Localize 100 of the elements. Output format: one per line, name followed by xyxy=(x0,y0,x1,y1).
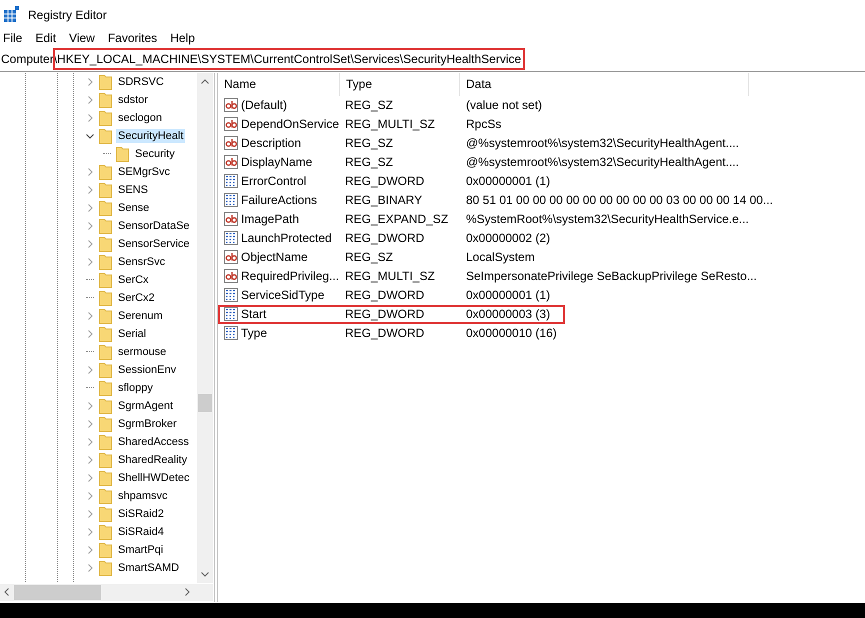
value-name[interactable]: DependOnService xyxy=(241,117,340,132)
value-name[interactable]: Start xyxy=(241,307,266,322)
expand-chevron-icon[interactable] xyxy=(86,456,94,464)
tree-item[interactable]: ShellHWDetec xyxy=(116,470,192,485)
value-name[interactable]: RequiredPrivileg... xyxy=(241,269,340,284)
expand-chevron-icon[interactable] xyxy=(86,240,94,248)
value-data: 0x00000002 (2) xyxy=(466,231,550,246)
folder-icon xyxy=(99,488,112,504)
value-type: REG_DWORD xyxy=(345,231,424,246)
tree-item[interactable]: SmartSAMD xyxy=(116,560,182,575)
menu-item[interactable]: File xyxy=(2,31,30,46)
value-name[interactable]: ObjectName xyxy=(241,250,308,264)
folder-icon xyxy=(99,416,112,432)
value-name[interactable]: (Default) xyxy=(241,98,288,112)
collapse-chevron-icon[interactable] xyxy=(86,132,94,140)
value-name[interactable]: FailureActions xyxy=(241,193,318,208)
folder-icon xyxy=(99,470,112,486)
menu-item[interactable]: Help xyxy=(169,31,202,46)
expand-chevron-icon[interactable] xyxy=(86,168,94,176)
expand-chevron-icon[interactable] xyxy=(86,96,94,104)
value-name[interactable]: ImagePath xyxy=(241,212,300,226)
column-header[interactable]: Data xyxy=(460,72,749,96)
value-data: RpcSs xyxy=(466,117,502,132)
tree-item[interactable]: SiSRaid4 xyxy=(116,524,166,539)
tree-item[interactable]: shpamsvc xyxy=(116,488,170,503)
tree-item[interactable]: Security xyxy=(133,146,177,161)
tree-item[interactable]: SensorDataSe xyxy=(116,218,192,233)
value-type: REG_MULTI_SZ xyxy=(345,269,435,284)
value-data: 0x00000003 (3) xyxy=(466,307,550,322)
tree-item[interactable]: Serenum xyxy=(116,308,165,323)
folder-icon xyxy=(99,74,112,90)
scroll-down-icon[interactable] xyxy=(201,572,209,577)
tree-item[interactable]: Serial xyxy=(116,326,148,341)
value-name[interactable]: ErrorControl xyxy=(241,174,306,188)
folder-icon xyxy=(99,542,112,558)
tree-item[interactable]: SDRSVC xyxy=(116,74,166,89)
value-name[interactable]: LaunchProtected xyxy=(241,231,332,246)
expand-chevron-icon[interactable] xyxy=(86,474,94,482)
expand-chevron-icon[interactable] xyxy=(86,114,94,122)
column-header[interactable]: Name xyxy=(218,72,340,96)
menu-item[interactable]: Favorites xyxy=(106,31,164,46)
expand-chevron-icon[interactable] xyxy=(86,330,94,338)
value-type: REG_BINARY xyxy=(345,193,422,208)
folder-icon xyxy=(99,434,112,450)
tree-item[interactable]: SEMgrSvc xyxy=(116,164,172,179)
expand-chevron-icon[interactable] xyxy=(86,258,94,266)
scrollbar-thumb[interactable] xyxy=(198,394,212,412)
menu-item[interactable]: Edit xyxy=(34,31,64,46)
tree-item[interactable]: sdstor xyxy=(116,92,150,107)
tree-item[interactable]: SecurityHealt xyxy=(116,128,186,143)
tree-item[interactable]: SensrSvc xyxy=(116,254,168,269)
tree-item[interactable]: Sense xyxy=(116,200,152,215)
expand-chevron-icon[interactable] xyxy=(86,420,94,428)
tree-item[interactable]: sermouse xyxy=(116,344,168,359)
folder-icon xyxy=(99,398,112,414)
folder-icon xyxy=(99,254,112,270)
scroll-up-icon[interactable] xyxy=(201,78,209,84)
expand-chevron-icon[interactable] xyxy=(86,492,94,500)
value-name[interactable]: ServiceSidType xyxy=(241,288,324,302)
folder-icon xyxy=(99,236,112,252)
window-title: Registry Editor xyxy=(28,8,107,22)
tree-item[interactable]: SENS xyxy=(116,182,150,197)
tree-item[interactable]: SerCx xyxy=(116,272,151,287)
expand-chevron-icon[interactable] xyxy=(86,546,94,554)
tree-item[interactable]: SmartPqi xyxy=(116,542,166,557)
tree-item[interactable]: SiSRaid2 xyxy=(116,506,166,521)
vertical-scrollbar[interactable] xyxy=(197,72,213,583)
expand-chevron-icon[interactable] xyxy=(86,78,94,86)
folder-icon xyxy=(99,308,112,324)
scroll-right-icon[interactable] xyxy=(185,588,190,596)
scroll-left-icon[interactable] xyxy=(4,588,9,596)
tree-item[interactable]: seclogon xyxy=(116,110,164,125)
tree-item[interactable]: SgrmBroker xyxy=(116,416,179,431)
folder-icon xyxy=(99,128,112,144)
tree-item[interactable]: SgrmAgent xyxy=(116,398,176,413)
scrollbar-thumb[interactable] xyxy=(14,584,101,600)
expand-chevron-icon[interactable] xyxy=(86,222,94,230)
expand-chevron-icon[interactable] xyxy=(86,510,94,518)
value-name[interactable]: Type xyxy=(241,326,268,340)
expand-chevron-icon[interactable] xyxy=(86,204,94,212)
expand-chevron-icon[interactable] xyxy=(86,564,94,572)
value-name[interactable]: DisplayName xyxy=(241,155,312,170)
tree-item[interactable]: SerCx2 xyxy=(116,290,157,305)
tree-item[interactable]: SessionEnv xyxy=(116,362,178,377)
binary-value-icon xyxy=(224,326,238,340)
expand-chevron-icon[interactable] xyxy=(86,438,94,446)
horizontal-scrollbar[interactable] xyxy=(0,584,213,601)
expand-chevron-icon[interactable] xyxy=(86,402,94,410)
tree-item[interactable]: SharedReality xyxy=(116,452,190,467)
column-header[interactable]: Type xyxy=(340,72,460,96)
value-name[interactable]: Description xyxy=(241,136,302,150)
expand-chevron-icon[interactable] xyxy=(86,366,94,374)
expand-chevron-icon[interactable] xyxy=(86,312,94,320)
expand-chevron-icon[interactable] xyxy=(86,528,94,536)
expand-chevron-icon[interactable] xyxy=(86,186,94,194)
menu-item[interactable]: View xyxy=(68,31,102,46)
tree-item[interactable]: sfloppy xyxy=(116,380,155,395)
folder-icon xyxy=(99,560,112,576)
tree-item[interactable]: SharedAccess xyxy=(116,434,191,449)
tree-item[interactable]: SensorService xyxy=(116,236,192,251)
